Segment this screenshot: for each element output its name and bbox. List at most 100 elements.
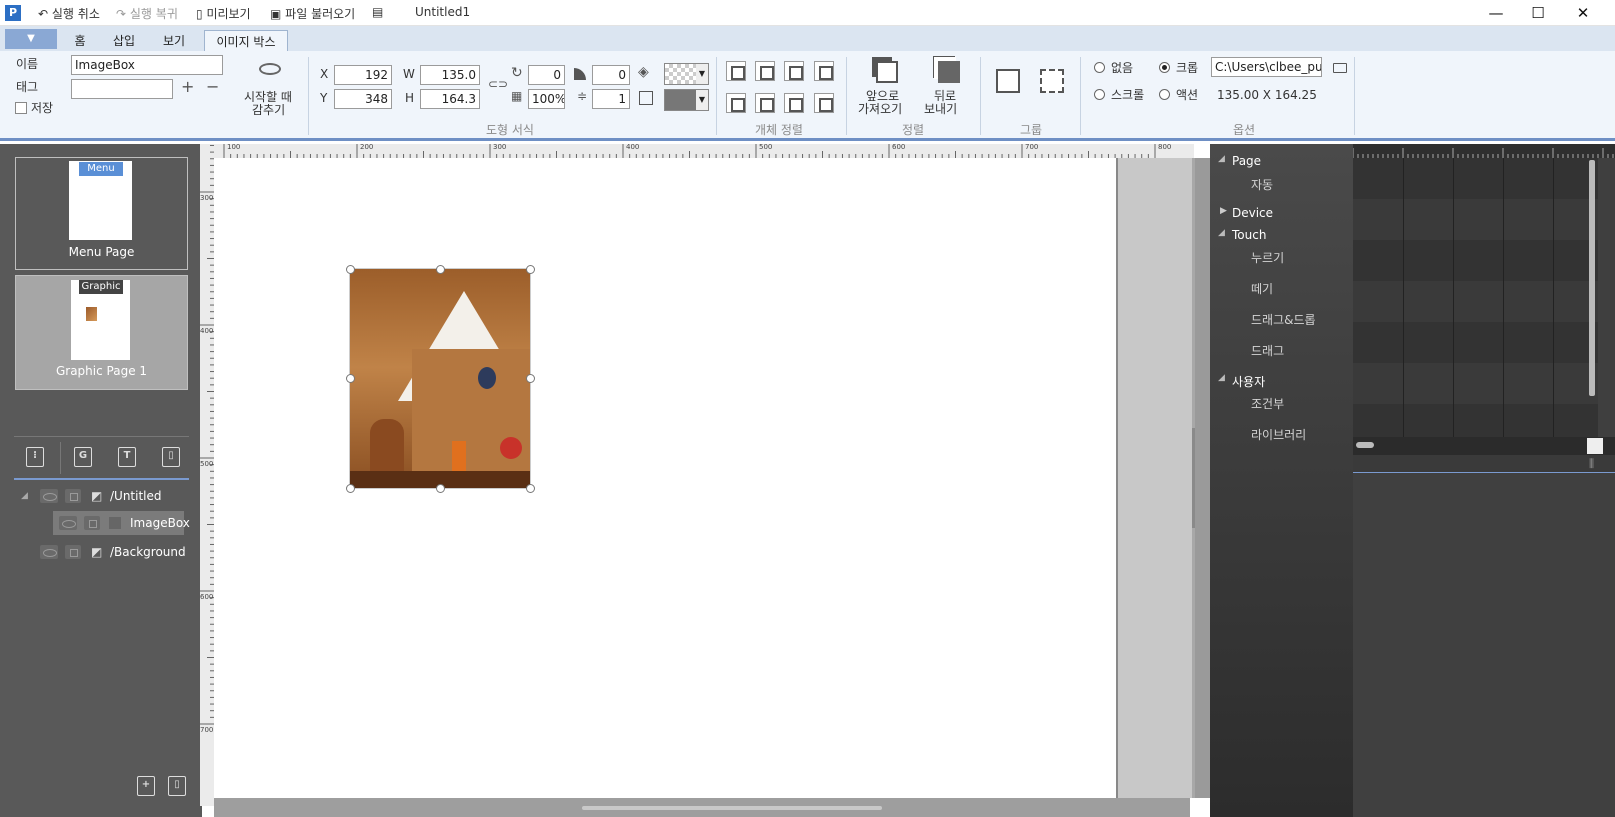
event-group-user[interactable]: 사용자 (1232, 373, 1265, 390)
page-thumb-graphic[interactable]: Graphic Graphic Page 1 (15, 275, 188, 390)
fill-color-picker[interactable]: ▼ (664, 63, 709, 85)
timeline-vscroll-thumb[interactable] (1589, 160, 1595, 396)
line-color-picker[interactable]: ▼ (664, 89, 709, 111)
horizontal-scroll-thumb[interactable] (582, 806, 882, 810)
radio-crop[interactable] (1159, 62, 1170, 73)
timeline-grip-icon[interactable]: ⫼ (1589, 457, 1594, 471)
graphic-page-icon[interactable]: G (74, 447, 92, 467)
add-layer-icon[interactable]: + (137, 776, 155, 796)
link-ratio-icon[interactable]: ⊂⊃ (488, 77, 508, 91)
event-item-library[interactable]: 라이브러리 (1251, 426, 1306, 443)
remove-tag-icon[interactable]: − (206, 77, 219, 96)
image-path-input[interactable]: C:\Users\clbee_pu (1211, 57, 1322, 77)
name-input[interactable]: ImageBox (71, 55, 223, 75)
event-group-touch[interactable]: Touch (1232, 228, 1266, 242)
width-input[interactable]: 135.0 (420, 65, 480, 85)
align-middle-icon[interactable] (755, 93, 775, 113)
folder-icon[interactable] (1333, 63, 1347, 73)
undo-button[interactable]: ↶ 실행 취소 (38, 5, 100, 22)
radio-scroll[interactable] (1094, 89, 1105, 100)
timeline-hscroll-thumb[interactable] (1356, 442, 1374, 448)
align-top-icon[interactable] (726, 93, 746, 113)
resize-handle-s[interactable] (436, 484, 445, 493)
expand-icon[interactable]: ▶ (1220, 206, 1227, 216)
delete-page-icon[interactable]: ▯ (162, 447, 180, 467)
resize-handle-sw[interactable] (346, 484, 355, 493)
align-center-icon[interactable] (755, 61, 775, 81)
add-page-icon[interactable]: ⁝ (26, 447, 44, 467)
tag-input[interactable] (71, 79, 173, 99)
collapse-icon[interactable]: ◢ (1218, 154, 1225, 164)
event-group-page[interactable]: Page (1232, 154, 1261, 168)
timeline-hscrollbar[interactable] (1353, 437, 1615, 455)
lock-icon[interactable] (65, 489, 81, 503)
layer-row[interactable]: ◩ /Background (14, 540, 189, 564)
timeline-tracks[interactable] (1353, 158, 1598, 437)
visibility-icon[interactable] (40, 545, 58, 559)
lock-icon[interactable] (65, 545, 81, 559)
horizontal-scrollbar[interactable] (214, 798, 1190, 817)
radio-action[interactable] (1159, 89, 1170, 100)
maximize-button[interactable]: ☐ (1515, 0, 1561, 26)
corner-radius-input[interactable]: 0 (592, 65, 630, 85)
opacity-input[interactable]: 100% (528, 89, 565, 109)
tab-image-box[interactable]: 이미지 박스 (204, 30, 288, 52)
event-group-device[interactable]: Device (1232, 206, 1273, 220)
delete-layer-icon[interactable]: ▯ (168, 776, 186, 796)
visibility-icon[interactable] (59, 516, 77, 530)
page-thumb-menu[interactable]: Menu Menu Page (15, 157, 188, 270)
hide-on-start-button[interactable]: 시작할 때 감추기 (237, 57, 303, 119)
resize-handle-e[interactable] (526, 374, 535, 383)
lock-icon[interactable] (84, 516, 100, 530)
preview-button[interactable]: ▯ 미리보기 (196, 5, 251, 22)
save-checkbox[interactable] (15, 102, 27, 114)
collapse-icon[interactable]: ◢ (21, 484, 28, 508)
visibility-icon[interactable] (40, 489, 58, 503)
line-width-input[interactable]: 1 (592, 89, 630, 109)
event-item-press[interactable]: 누르기 (1251, 249, 1284, 266)
y-input[interactable]: 348 (334, 89, 392, 109)
align-right-icon[interactable] (784, 61, 804, 81)
resize-handle-n[interactable] (436, 265, 445, 274)
event-item-conditional[interactable]: 조건부 (1251, 395, 1284, 412)
rotation-input[interactable]: 0 (528, 65, 565, 85)
resize-handle-w[interactable] (346, 374, 355, 383)
distribute-horizontal-icon[interactable] (814, 61, 834, 81)
bring-front-button[interactable]: 앞으로 가져오기 (856, 57, 918, 117)
layer-row[interactable]: ◢ ◩ /Untitled (14, 484, 189, 508)
height-input[interactable]: 164.3 (420, 89, 480, 109)
event-item-release[interactable]: 떼기 (1251, 280, 1273, 297)
minimize-button[interactable]: — (1473, 0, 1519, 26)
event-item-dragdrop[interactable]: 드래그&드롭 (1251, 311, 1316, 328)
file-menu-button[interactable]: ▼ (5, 29, 57, 49)
page-canvas[interactable] (214, 158, 1116, 798)
align-bottom-icon[interactable] (784, 93, 804, 113)
tab-view[interactable]: 보기 (154, 30, 194, 52)
collapse-icon[interactable]: ◢ (1218, 228, 1225, 238)
load-file-button[interactable]: ▣ 파일 불러오기 (270, 5, 355, 22)
resize-handle-nw[interactable] (346, 265, 355, 274)
collapse-icon[interactable]: ◢ (1218, 373, 1225, 383)
x-input[interactable]: 192 (334, 65, 392, 85)
redo-button[interactable]: ↷ 실행 복귀 (116, 5, 178, 22)
page-type-badge: Graphic (79, 280, 123, 294)
text-page-icon[interactable]: T (118, 447, 136, 467)
event-item-drag[interactable]: 드래그 (1251, 342, 1284, 359)
layer-row-selected[interactable]: ImageBox (53, 511, 190, 535)
group-button[interactable] (996, 69, 1020, 93)
save-quick-button[interactable]: ▤ (372, 5, 383, 19)
tag-label: 태그 (16, 80, 39, 94)
resize-handle-se[interactable] (526, 484, 535, 493)
radio-none[interactable] (1094, 62, 1105, 73)
send-back-button[interactable]: 뒤로 보내기 (922, 57, 974, 117)
tab-home[interactable]: 홈 (64, 30, 96, 52)
tab-insert[interactable]: 삽입 (104, 30, 144, 52)
distribute-vertical-icon[interactable] (814, 93, 834, 113)
resize-handle-ne[interactable] (526, 265, 535, 274)
align-left-icon[interactable] (726, 61, 746, 81)
close-button[interactable]: ✕ (1560, 0, 1606, 26)
add-tag-icon[interactable]: + (181, 77, 194, 96)
event-item-auto[interactable]: 자동 (1251, 176, 1273, 193)
timeline-corner-button[interactable] (1587, 438, 1603, 454)
ungroup-button[interactable] (1040, 69, 1064, 93)
